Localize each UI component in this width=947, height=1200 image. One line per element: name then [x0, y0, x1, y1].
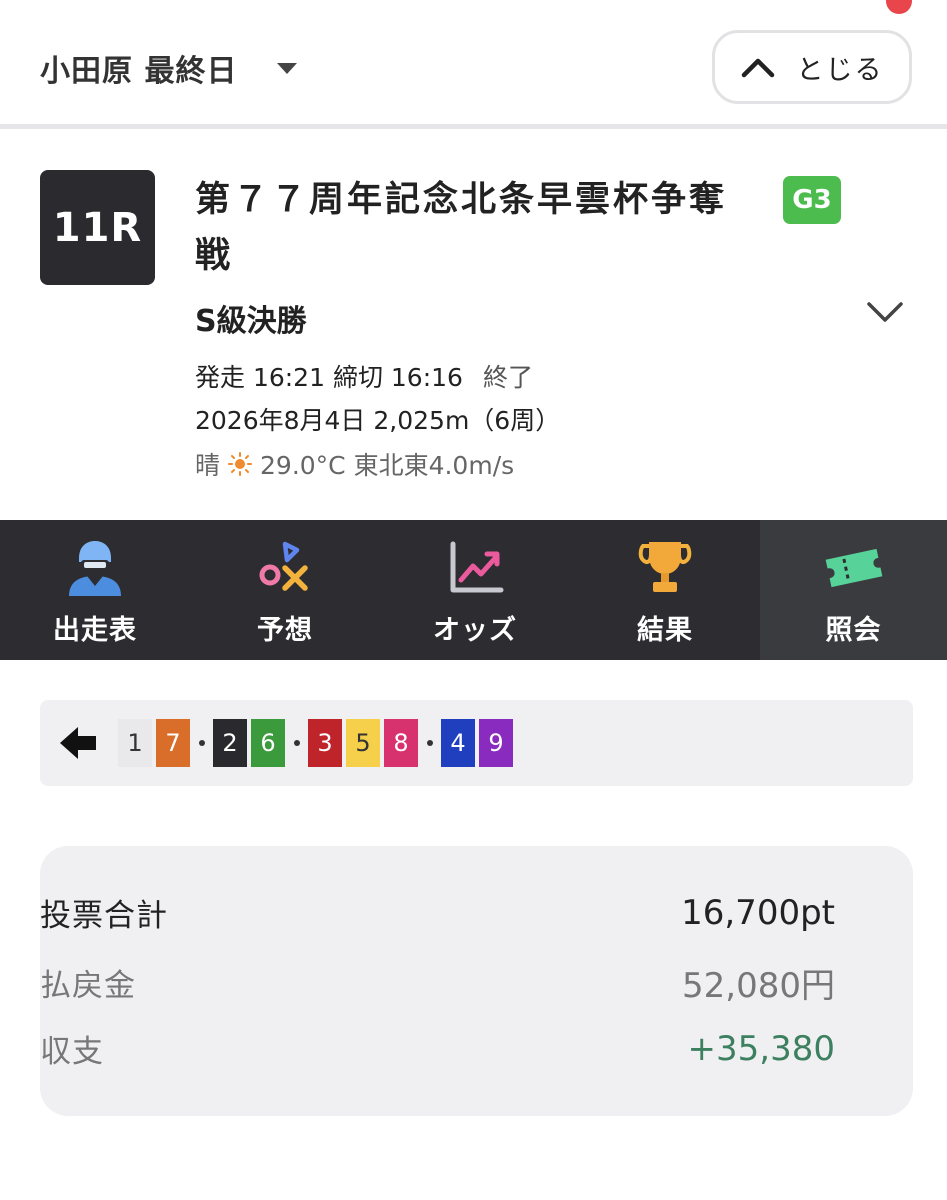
chevron-up-icon — [741, 58, 774, 78]
weather-info: 晴 29.0°C 東北東4.0m/s — [195, 446, 514, 482]
header-bar: 小田原 最終日 とじる — [0, 0, 947, 126]
tab-entry-list[interactable]: 出走表 — [0, 520, 190, 660]
race-date-distance: 2026年8月4日 2,025m（6周） — [195, 406, 561, 435]
bet-total-row: 投票合計 16,700pt — [40, 890, 835, 935]
tab-label: 出走表 — [53, 615, 137, 646]
rider-number-chip: 3 — [308, 719, 342, 767]
prediction-symbols-icon — [259, 541, 308, 591]
rider-number-chip: 9 — [479, 719, 513, 767]
rider-number-chip: 1 — [118, 719, 152, 767]
rider-number-chip: 5 — [346, 719, 380, 767]
payout-value: 52,080円 — [682, 966, 835, 1006]
tab-label: オッズ — [433, 615, 517, 646]
tab-odds[interactable]: オッズ — [380, 520, 570, 660]
notification-dot — [886, 0, 912, 14]
race-status: 終了 — [482, 363, 533, 392]
tab-label: 予想 — [257, 615, 313, 646]
race-class: S級決勝 — [195, 304, 307, 339]
caret-down-icon — [277, 62, 298, 74]
race-title: 第７７周年記念北条早雲杯争奪戦 — [195, 180, 728, 276]
rider-number-chip: 2 — [213, 719, 247, 767]
race-number-badge: 11R — [40, 170, 155, 285]
weather-label: 晴 — [195, 451, 221, 480]
chevron-down-icon — [867, 302, 903, 322]
tab-results[interactable]: 結果 — [570, 520, 760, 660]
rider-number-chip: 8 — [384, 719, 418, 767]
expand-details-button[interactable] — [866, 300, 904, 328]
grade-badge: G3 — [783, 176, 841, 224]
payout-label: 払戻金 — [40, 968, 136, 1004]
race-times: 発走 16:21 締切 16:16 終了 — [195, 358, 533, 394]
venue-selector[interactable]: 小田原 最終日 — [40, 46, 298, 90]
trophy-icon — [638, 542, 692, 592]
bet-total-value: 16,700pt — [681, 892, 835, 933]
rider-icon — [69, 541, 121, 596]
lineup-separator-dot — [194, 719, 209, 767]
tab-inquiry[interactable]: 照会 — [760, 520, 947, 660]
ticket-icon — [825, 548, 882, 588]
rider-number-chip: 4 — [441, 719, 475, 767]
rider-number-chip: 6 — [251, 719, 285, 767]
venue-label: 小田原 最終日 — [40, 54, 238, 89]
arrow-left-icon[interactable] — [58, 725, 98, 761]
tab-label: 照会 — [825, 615, 882, 646]
close-button-label: とじる — [796, 54, 884, 86]
lineup-separator-dot — [422, 719, 437, 767]
odds-chart-icon — [450, 541, 504, 593]
balance-row: 収支 +35,380 — [40, 1026, 835, 1071]
weather-detail: 29.0°C 東北東4.0m/s — [260, 451, 515, 480]
close-button[interactable]: とじる — [712, 30, 912, 104]
tab-label: 結果 — [637, 615, 693, 646]
lineup-chips: 172635849 — [118, 719, 517, 767]
line-formation: 172635849 — [40, 700, 913, 786]
header-divider — [0, 124, 947, 129]
start-close-time: 発走 16:21 締切 16:16 — [195, 363, 463, 392]
payout-row: 払戻金 52,080円 — [40, 958, 835, 1007]
balance-value: +35,380 — [687, 1028, 835, 1069]
bet-total-label: 投票合計 — [40, 898, 168, 934]
balance-label: 収支 — [40, 1034, 104, 1070]
tab-prediction[interactable]: 予想 — [190, 520, 380, 660]
lineup-separator-dot — [289, 719, 304, 767]
rider-number-chip: 7 — [156, 719, 190, 767]
tab-bar: 出走表 予想 オッズ 結果 照会 — [0, 520, 947, 660]
sun-icon — [228, 452, 253, 476]
